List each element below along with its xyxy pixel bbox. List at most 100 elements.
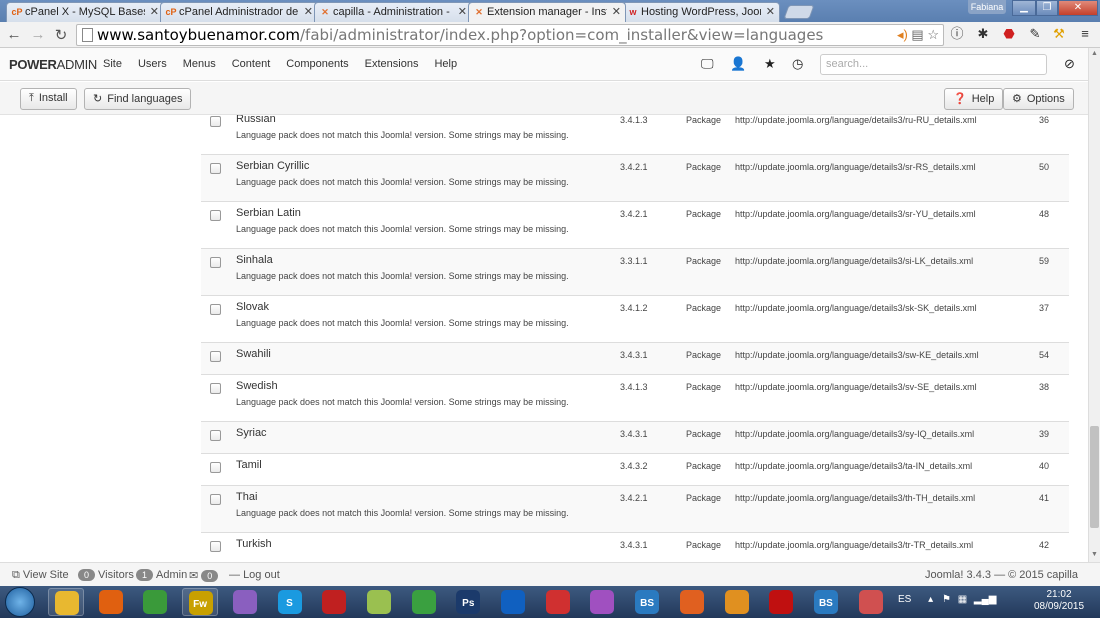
scrollbar-thumb[interactable] [1090, 426, 1099, 528]
scroll-down-icon[interactable]: ▼ [1091, 551, 1098, 558]
nav-content[interactable]: Content [232, 58, 271, 70]
close-icon[interactable]: ✕ [612, 5, 621, 18]
language-version: 3.4.1.3 [620, 115, 648, 125]
reload-icon[interactable]: ↻ [52, 26, 70, 44]
network-icon[interactable]: ▦ [958, 594, 967, 605]
logout-link[interactable]: — Log out [229, 569, 280, 581]
info-icon[interactable]: ⓘ [948, 25, 966, 43]
vlc-icon[interactable] [719, 588, 755, 616]
minimize-button[interactable]: ▁ [1012, 0, 1036, 16]
cpanel-icon: cP [165, 7, 177, 17]
user-icon[interactable]: 👤 [730, 56, 746, 72]
monitor-icon[interactable]: 🖵 [701, 56, 714, 72]
nav-extensions[interactable]: Extensions [365, 58, 419, 70]
row-checkbox[interactable] [210, 163, 221, 174]
language-id: 50 [1039, 162, 1050, 172]
close-window-button[interactable]: ✕ [1058, 0, 1098, 16]
close-icon[interactable]: ✕ [304, 5, 313, 18]
table-row: Swedish Language pack does not match this… [201, 374, 1069, 421]
gift-icon[interactable] [540, 588, 576, 616]
profile-name[interactable]: Fabiana [968, 0, 1006, 14]
view-site-link[interactable]: ⧉ View Site [12, 569, 69, 582]
extension-icon[interactable]: ✱ [974, 25, 992, 43]
url-field[interactable]: www.santoybuenamor.com/fabi/administrato… [76, 24, 944, 46]
folder-icon[interactable] [48, 588, 84, 616]
language-id: 59 [1039, 256, 1050, 266]
language-indicator[interactable]: ES [898, 594, 911, 605]
browser-tab[interactable]: ✕ capilla - Administration - I ✕ [314, 2, 472, 22]
maximize-button[interactable]: ❐ [1036, 0, 1058, 16]
row-checkbox[interactable] [210, 304, 221, 315]
forward-icon[interactable]: → [29, 26, 47, 43]
row-checkbox[interactable] [210, 210, 221, 221]
eyedropper-icon[interactable]: ✎ [1026, 25, 1044, 43]
grid-icon[interactable] [853, 588, 889, 616]
row-checkbox[interactable] [210, 116, 221, 127]
close-icon[interactable]: ✕ [150, 5, 159, 18]
flag-icon[interactable]: ⚑ [942, 594, 951, 605]
clock-icon[interactable]: ◷ [792, 56, 803, 72]
menu-icon[interactable]: ≡ [1076, 25, 1094, 43]
joomla-status-icon[interactable]: ⊘ [1064, 56, 1075, 72]
nav-site[interactable]: Site [103, 58, 122, 70]
utorrent-icon[interactable] [406, 588, 442, 616]
browser-tab[interactable]: cP cPanel Administrador de a ✕ [160, 2, 318, 22]
teamviewer-icon[interactable] [495, 588, 531, 616]
bs-2-icon[interactable]: BS [808, 588, 844, 616]
star-icon[interactable]: ★ [764, 56, 776, 72]
picasa-icon[interactable] [584, 588, 620, 616]
bs-icon[interactable]: BS [629, 588, 665, 616]
details-url: http://update.joomla.org/language/detail… [735, 115, 977, 125]
clock[interactable]: 21:02 08/09/2015 [1024, 589, 1094, 613]
row-checkbox[interactable] [210, 462, 221, 473]
row-checkbox[interactable] [210, 351, 221, 362]
tool-icon[interactable]: ⚒ [1050, 25, 1068, 43]
chrome-icon[interactable] [137, 588, 173, 616]
nav-menus[interactable]: Menus [183, 58, 216, 70]
firefox-icon[interactable] [674, 588, 710, 616]
nav-users[interactable]: Users [138, 58, 167, 70]
close-icon[interactable]: ✕ [458, 5, 467, 18]
fireworks-icon[interactable]: Fw [182, 588, 219, 616]
scroll-up-icon[interactable]: ▲ [1091, 50, 1098, 57]
photoshop-icon[interactable]: Ps [450, 588, 486, 616]
windows-taskbar: ES ▴ ⚑ ▦ ▂▄▆ 21:02 08/09/2015 Fw S Ps BS BS [0, 586, 1100, 618]
help-button[interactable]: ❓ Help [944, 88, 1004, 110]
acrobat-icon[interactable] [763, 588, 799, 616]
details-url: http://update.joomla.org/language/detail… [735, 382, 977, 392]
close-icon[interactable]: ✕ [766, 5, 775, 18]
install-button[interactable]: ⤒ Install [20, 88, 77, 110]
row-checkbox[interactable] [210, 257, 221, 268]
language-type: Package [686, 115, 722, 125]
browser-tab[interactable]: w Hosting WordPress, Joom ✕ [622, 2, 780, 22]
new-tab-button[interactable] [783, 5, 815, 19]
browser-tab-active[interactable]: ✕ Extension manager - Insta ✕ [468, 2, 626, 22]
messages-indicator[interactable]: ✉ 0 [189, 569, 221, 582]
search-input[interactable]: search... [820, 54, 1047, 75]
vertical-scrollbar[interactable]: ▲ ▼ [1088, 48, 1100, 562]
translate-icon[interactable]: ▤ [911, 27, 923, 42]
nav-help[interactable]: Help [434, 58, 457, 70]
skype-icon[interactable]: S [272, 588, 308, 616]
sound-icon[interactable]: ◂) [897, 27, 908, 42]
row-checkbox[interactable] [210, 541, 221, 552]
browser-tab[interactable]: cP cPanel X - MySQL Bases d ✕ [6, 2, 164, 22]
options-button[interactable]: ⚙ Options [1003, 88, 1074, 110]
nav-components[interactable]: Components [286, 58, 348, 70]
back-icon[interactable]: ← [5, 26, 23, 43]
scissors-icon[interactable] [227, 588, 263, 616]
bookmark-star-icon[interactable]: ☆ [927, 27, 939, 42]
media-player-icon[interactable] [93, 588, 129, 616]
question-icon: ❓ [953, 93, 967, 105]
brand-logo[interactable]: POWERADMIN [9, 57, 97, 72]
pen-icon[interactable] [316, 588, 352, 616]
folder-2-icon[interactable] [361, 588, 397, 616]
row-checkbox[interactable] [210, 494, 221, 505]
start-button[interactable] [5, 587, 35, 617]
row-checkbox[interactable] [210, 430, 221, 441]
signal-icon[interactable]: ▂▄▆ [974, 594, 996, 605]
adblock-icon[interactable]: ⬣ [1000, 25, 1018, 43]
tray-expand-icon[interactable]: ▴ [928, 594, 933, 605]
row-checkbox[interactable] [210, 383, 221, 394]
find-languages-button[interactable]: ↻ Find languages [84, 88, 192, 110]
